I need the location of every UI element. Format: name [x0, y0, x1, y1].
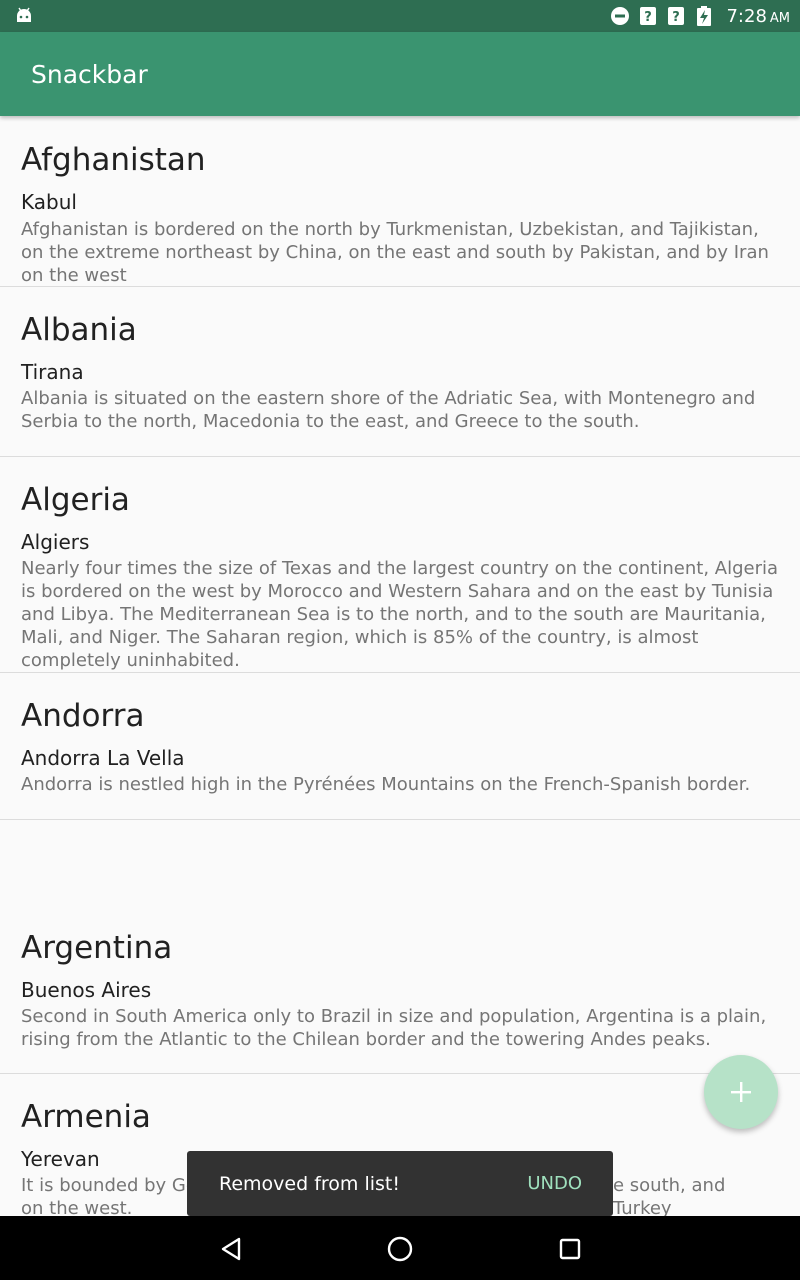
app-bar: Snackbar: [0, 32, 800, 116]
country-description: Andorra is nestled high in the Pyrénées …: [21, 774, 751, 795]
home-icon: [387, 1236, 413, 1262]
android-icon: [17, 7, 31, 22]
back-icon: [221, 1237, 241, 1261]
status-bar: ? ? 7:28 AM: [0, 0, 800, 32]
capital-name: Andorra La Vella: [21, 746, 185, 770]
no-signal-icon: ?: [666, 6, 686, 26]
country-name: Afghanistan: [21, 142, 206, 178]
navigation-bar: [0, 1216, 800, 1280]
capital-name: Algiers: [21, 530, 90, 554]
country-name: Armenia: [21, 1099, 151, 1135]
add-fab-button[interactable]: [704, 1055, 778, 1129]
snackbar-message: Removed from list!: [219, 1173, 400, 1195]
country-description: Albania is situated on the eastern shore…: [21, 388, 756, 432]
snackbar: Removed from list! UNDO: [187, 1151, 613, 1216]
capital-name: Tirana: [21, 360, 84, 384]
capital-name: Kabul: [21, 190, 77, 214]
undo-button[interactable]: UNDO: [527, 1173, 582, 1194]
recents-button[interactable]: [555, 1234, 585, 1264]
country-description: Second in South America only to Brazil i…: [21, 1006, 767, 1050]
country-name: Algeria: [21, 482, 130, 518]
country-name: Argentina: [21, 930, 173, 966]
list-item[interactable]: Albania Tirana Albania is situated on th…: [0, 287, 800, 457]
svg-text:?: ?: [673, 10, 681, 25]
country-name: Albania: [21, 312, 137, 348]
do-not-disturb-icon: [610, 6, 630, 26]
recents-icon: [559, 1238, 581, 1260]
no-wifi-icon: ?: [638, 6, 658, 26]
home-button[interactable]: [385, 1234, 415, 1264]
list-item[interactable]: Afghanistan Kabul Afghanistan is bordere…: [0, 118, 800, 287]
back-button[interactable]: [216, 1234, 246, 1264]
app-title: Snackbar: [31, 60, 148, 89]
plus-icon: [731, 1082, 751, 1102]
list-item[interactable]: Andorra Andorra La Vella Andorra is nest…: [0, 673, 800, 820]
country-description: Afghanistan is bordered on the north by …: [21, 219, 769, 286]
battery-charging-icon: [694, 6, 714, 26]
country-description: Nearly four times the size of Texas and …: [21, 558, 779, 671]
list-item[interactable]: Argentina Buenos Aires Second in South A…: [0, 905, 800, 1074]
country-name: Andorra: [21, 698, 145, 734]
capital-name: Yerevan: [21, 1147, 100, 1171]
svg-text:?: ?: [645, 10, 653, 25]
list-item[interactable]: Algeria Algiers Nearly four times the si…: [0, 457, 800, 673]
capital-name: Buenos Aires: [21, 978, 152, 1002]
clock: 7:28 AM: [726, 5, 790, 27]
